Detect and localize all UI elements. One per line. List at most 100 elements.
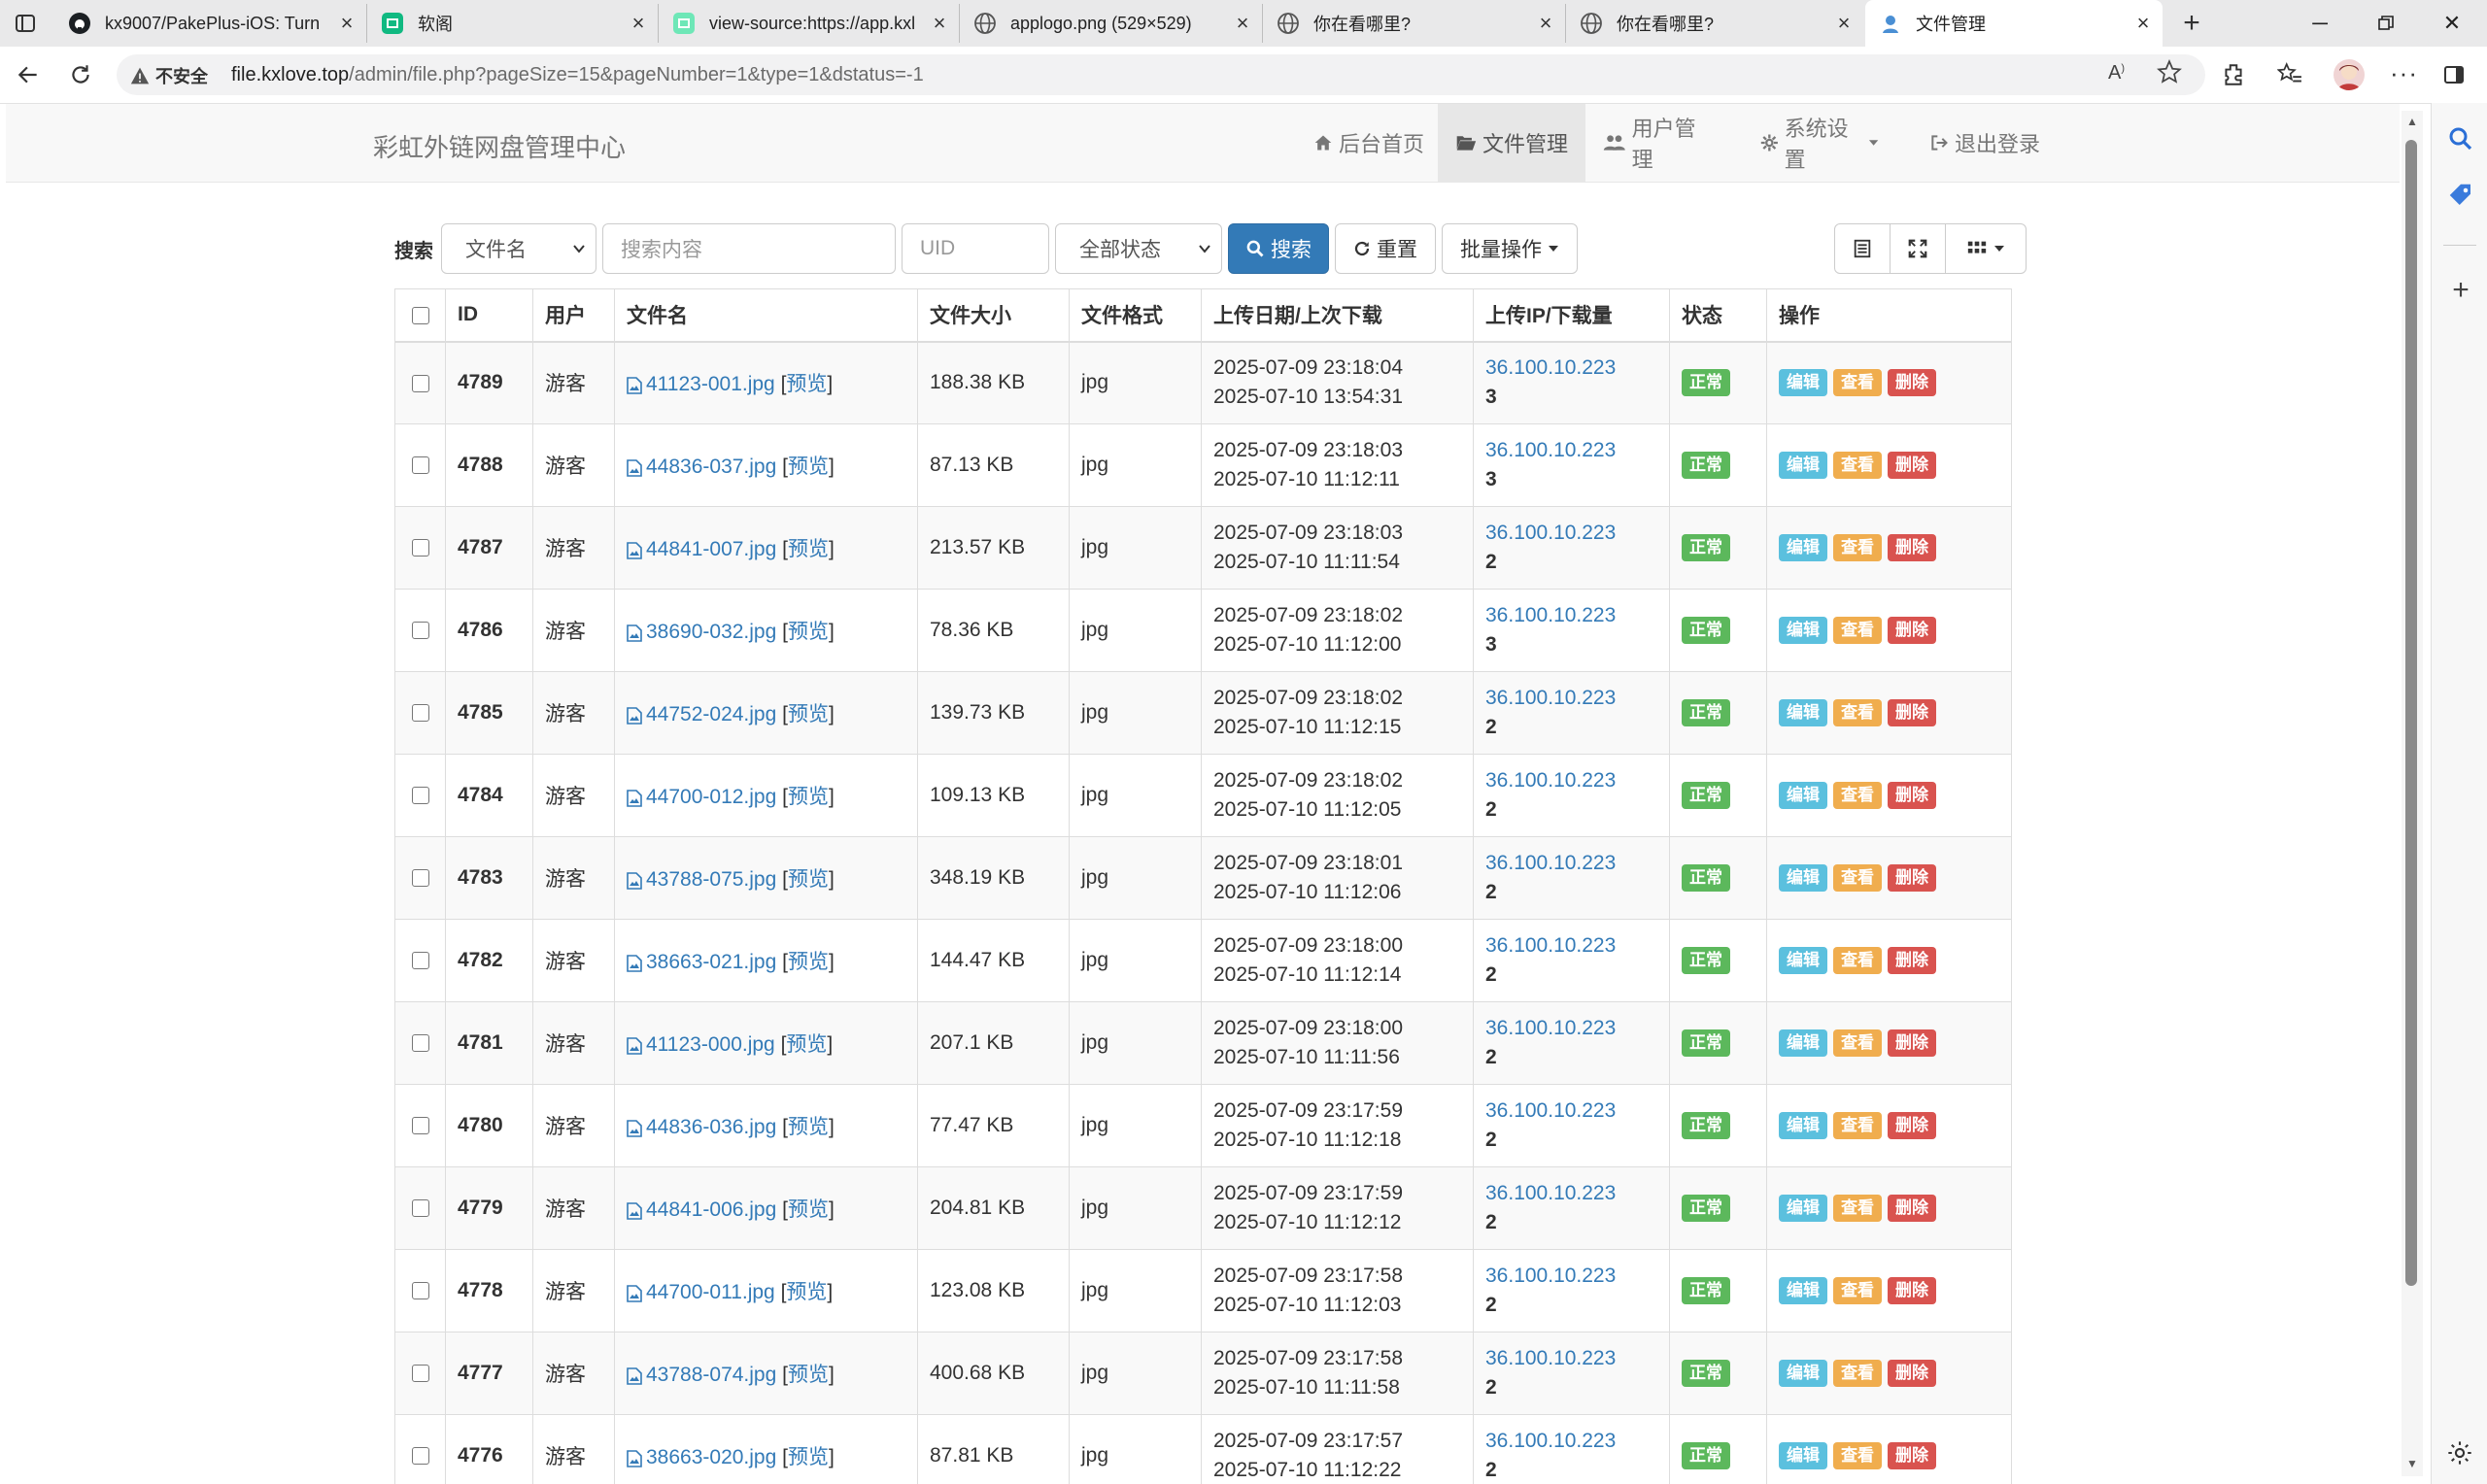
uid-input[interactable]: UID — [902, 223, 1049, 274]
file-name-link[interactable]: 44836-036.jpg — [627, 1116, 776, 1138]
edit-button[interactable]: 编辑 — [1779, 1195, 1827, 1222]
delete-button[interactable]: 删除 — [1888, 1442, 1936, 1469]
edit-button[interactable]: 编辑 — [1779, 452, 1827, 479]
view-button[interactable]: 查看 — [1833, 1277, 1882, 1304]
status-select[interactable]: 全部状态 — [1055, 223, 1222, 274]
close-window-icon[interactable]: ✕ — [2425, 0, 2479, 47]
view-button[interactable]: 查看 — [1833, 1112, 1882, 1139]
scrollbar-thumb[interactable] — [2405, 140, 2417, 1286]
search-content-input[interactable]: 搜索内容 — [602, 223, 896, 274]
upload-ip-link[interactable]: 36.100.10.223 — [1485, 1427, 1657, 1456]
edit-button[interactable]: 编辑 — [1779, 782, 1827, 809]
close-icon[interactable]: × — [1229, 11, 1256, 36]
upload-ip-link[interactable]: 36.100.10.223 — [1485, 1179, 1657, 1208]
favorite-star-icon[interactable] — [2157, 58, 2182, 89]
search-button[interactable]: 搜索 — [1228, 223, 1329, 274]
url-text[interactable]: file.kxlove.top/admin/file.php?pageSize=… — [231, 64, 924, 86]
row-checkbox[interactable] — [411, 539, 429, 557]
column-header-id[interactable]: ID — [445, 288, 533, 343]
view-button[interactable]: 查看 — [1833, 1360, 1882, 1387]
edit-button[interactable]: 编辑 — [1779, 699, 1827, 726]
extensions-icon[interactable] — [2221, 62, 2246, 92]
file-name-link[interactable]: 41123-000.jpg — [627, 1033, 775, 1056]
delete-button[interactable]: 删除 — [1888, 1277, 1936, 1304]
view-button[interactable]: 查看 — [1833, 534, 1882, 561]
batch-operation-button[interactable]: 批量操作 — [1442, 223, 1578, 274]
row-checkbox[interactable] — [411, 374, 429, 392]
close-icon[interactable]: × — [926, 11, 953, 36]
gear-icon[interactable] — [2446, 1439, 2475, 1468]
row-checkbox[interactable] — [411, 1199, 429, 1218]
delete-button[interactable]: 删除 — [1888, 864, 1936, 892]
close-icon[interactable]: × — [1830, 11, 1857, 36]
security-indicator[interactable]: 不安全 — [130, 63, 208, 88]
edit-button[interactable]: 编辑 — [1779, 947, 1827, 974]
file-name-link[interactable]: 43788-075.jpg — [627, 868, 776, 891]
file-name-link[interactable]: 41123-001.jpg — [627, 373, 775, 395]
row-checkbox[interactable] — [411, 869, 429, 888]
row-checkbox[interactable] — [411, 787, 429, 805]
delete-button[interactable]: 删除 — [1888, 782, 1936, 809]
file-name-link[interactable]: 44752-024.jpg — [627, 703, 776, 725]
view-button[interactable]: 查看 — [1833, 369, 1882, 397]
upload-ip-link[interactable]: 36.100.10.223 — [1485, 684, 1657, 713]
close-icon[interactable]: × — [2129, 11, 2157, 36]
column-header-size[interactable]: 文件大小 — [917, 288, 1070, 343]
preview-link[interactable]: [预览] — [782, 703, 835, 725]
delete-button[interactable]: 删除 — [1888, 534, 1936, 561]
column-header-dates[interactable]: 上传日期/上次下载 — [1201, 288, 1474, 343]
restore-icon[interactable] — [2359, 0, 2413, 47]
edit-button[interactable]: 编辑 — [1779, 617, 1827, 644]
more-menu-icon[interactable]: ··· — [2390, 58, 2418, 88]
row-checkbox[interactable] — [411, 622, 429, 640]
edit-button[interactable]: 编辑 — [1779, 534, 1827, 561]
column-header-status[interactable]: 状态 — [1669, 288, 1767, 343]
row-checkbox[interactable] — [411, 1034, 429, 1053]
file-name-link[interactable]: 44700-011.jpg — [627, 1281, 775, 1303]
columns-toggle-button[interactable] — [1945, 223, 2027, 274]
column-header-user[interactable]: 用户 — [532, 288, 615, 343]
file-name-link[interactable]: 38690-032.jpg — [627, 621, 776, 643]
file-name-link[interactable]: 38663-020.jpg — [627, 1446, 776, 1468]
upload-ip-link[interactable]: 36.100.10.223 — [1485, 1344, 1657, 1373]
row-checkbox[interactable] — [411, 704, 429, 723]
view-button[interactable]: 查看 — [1833, 452, 1882, 479]
delete-button[interactable]: 删除 — [1888, 699, 1936, 726]
view-button[interactable]: 查看 — [1833, 1195, 1882, 1222]
address-bar[interactable]: 不安全 file.kxlove.top/admin/file.php?pageS… — [117, 54, 2205, 95]
upload-ip-link[interactable]: 36.100.10.223 — [1485, 601, 1657, 630]
preview-link[interactable]: [预览] — [782, 1446, 835, 1468]
view-button[interactable]: 查看 — [1833, 1442, 1882, 1469]
preview-link[interactable]: [预览] — [782, 1364, 835, 1386]
delete-button[interactable]: 删除 — [1888, 369, 1936, 397]
browser-tab-view-source[interactable]: view-source:https://app.kxl × — [659, 4, 960, 43]
profile-avatar[interactable] — [2334, 59, 2365, 90]
file-name-link[interactable]: 44841-006.jpg — [627, 1198, 776, 1221]
edit-button[interactable]: 编辑 — [1779, 1360, 1827, 1387]
row-checkbox[interactable] — [411, 1117, 429, 1135]
file-name-link[interactable]: 38663-021.jpg — [627, 951, 776, 973]
read-aloud-icon[interactable]: A) — [2108, 62, 2125, 84]
row-checkbox[interactable] — [411, 1282, 429, 1300]
preview-link[interactable]: [预览] — [782, 621, 835, 643]
view-button[interactable]: 查看 — [1833, 864, 1882, 892]
upload-ip-link[interactable]: 36.100.10.223 — [1485, 766, 1657, 795]
preview-link[interactable]: [预览] — [781, 373, 834, 395]
preview-link[interactable]: [预览] — [781, 1033, 834, 1056]
upload-ip-link[interactable]: 36.100.10.223 — [1485, 1262, 1657, 1291]
nav-home[interactable]: 后台首页 — [1296, 104, 1444, 182]
column-header-ip-downloads[interactable]: 上传IP/下载量 — [1473, 288, 1670, 343]
file-name-link[interactable]: 43788-074.jpg — [627, 1364, 776, 1386]
upload-ip-link[interactable]: 36.100.10.223 — [1485, 931, 1657, 961]
delete-button[interactable]: 删除 — [1888, 1029, 1936, 1057]
search-icon[interactable] — [2446, 124, 2475, 153]
delete-button[interactable]: 删除 — [1888, 1112, 1936, 1139]
site-brand[interactable]: 彩虹外链网盘管理中心 — [373, 128, 626, 164]
preview-link[interactable]: [预览] — [782, 1116, 835, 1138]
upload-ip-link[interactable]: 36.100.10.223 — [1485, 849, 1657, 878]
delete-button[interactable]: 删除 — [1888, 617, 1936, 644]
select-all-checkbox[interactable] — [411, 306, 429, 324]
minimize-icon[interactable]: ─ — [2293, 0, 2347, 47]
back-arrow-icon[interactable] — [10, 56, 47, 93]
upload-ip-link[interactable]: 36.100.10.223 — [1485, 519, 1657, 548]
